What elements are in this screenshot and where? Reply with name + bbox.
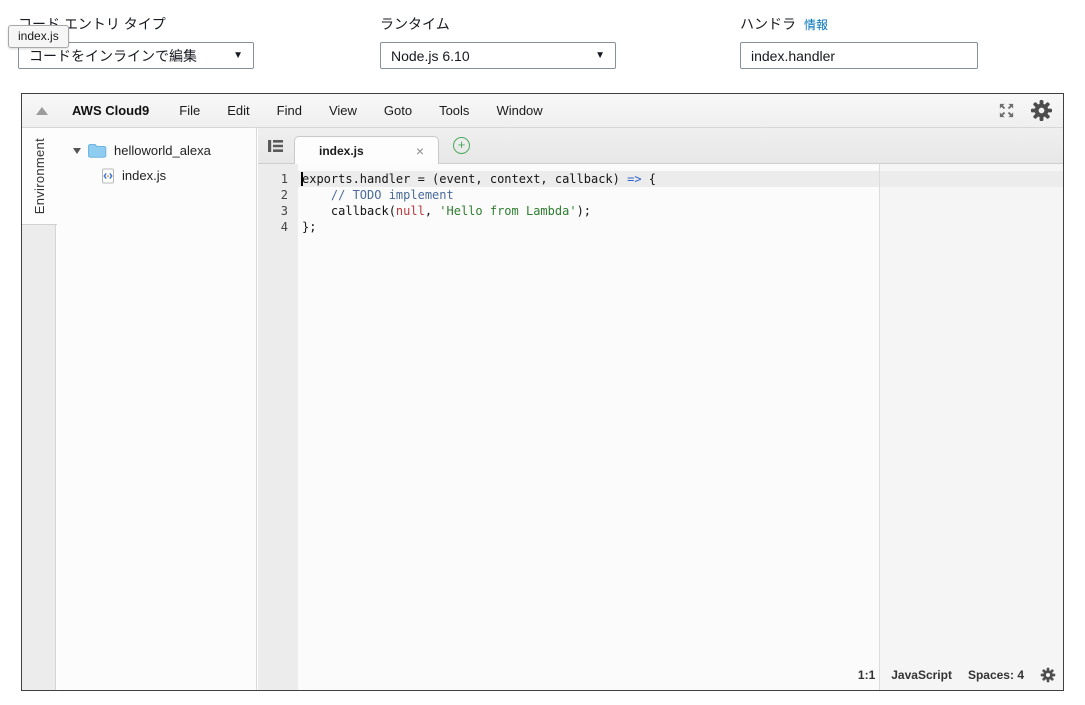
line-number[interactable]: 3 [258,203,298,219]
menu-edit[interactable]: Edit [227,103,249,118]
runtime-select[interactable]: Node.js 6.10 ▼ [380,42,616,69]
handler-label: ハンドラ 情報 [740,16,829,32]
print-margin-line [879,164,880,690]
disclosure-triangle-icon[interactable] [73,147,81,154]
token-plain: { [641,172,657,186]
tree-file-row[interactable]: index.js [57,163,256,188]
plus-circle-icon[interactable]: + [453,137,470,154]
handler-value: index.handler [751,47,836,64]
menu-window[interactable]: Window [496,103,542,118]
menu-tools[interactable]: Tools [439,103,469,118]
info-link[interactable]: 情報 [804,18,828,32]
line-number[interactable]: 1 [258,171,298,187]
chevron-down-icon: ▼ [595,50,605,61]
file-tree-panel: helloworld_alexa index.js [57,128,257,690]
folder-icon [87,143,107,158]
token-plain: ); [576,204,592,218]
code-line[interactable]: }; [298,219,1063,235]
menu-goto[interactable]: Goto [384,103,412,118]
menu-find[interactable]: Find [277,103,302,118]
fullscreen-expand-icon[interactable] [997,101,1016,120]
folder-name: helloworld_alexa [114,143,211,158]
js-file-icon [101,168,115,184]
collapse-triangle-icon[interactable] [36,106,48,115]
ide-menubar: AWS Cloud9 File Edit Find View Goto Tool… [22,94,1063,128]
token-plain: , [424,204,440,218]
runtime-label: ランタイム [380,16,450,32]
token-plain: exports.handler = (event, context, callb… [302,172,628,186]
cloud9-ide-frame: AWS Cloud9 File Edit Find View Goto Tool… [21,93,1064,691]
editor-statusbar: 1:1 JavaScript Spaces: 4 [858,667,1056,683]
token-keyword: => [627,172,642,186]
lambda-code-form: index.js コード エントリ タイプ コードをインラインで編集 ▼ ランタ… [0,0,1085,93]
code-line[interactable]: callback(null, 'Hello from Lambda'); [298,203,1063,219]
indent-setting[interactable]: Spaces: 4 [968,668,1024,682]
runtime-value: Node.js 6.10 [391,47,470,64]
tree-folder-row[interactable]: helloworld_alexa [57,138,256,163]
menu-file[interactable]: File [179,103,200,118]
line-number[interactable]: 2 [258,187,298,203]
token-constant: null [395,204,425,218]
tab-environment[interactable]: Environment [22,128,57,225]
gear-icon[interactable] [1040,667,1056,683]
tab-list-icon[interactable] [267,139,284,153]
gear-icon[interactable] [1030,99,1053,122]
token-plain: callback( [302,204,396,218]
code-lines[interactable]: exports.handler = (event, context, callb… [298,171,1063,235]
side-tab-strip: Environment [22,128,57,690]
code-entry-type-value: コードをインラインで編集 [29,47,197,64]
close-icon[interactable]: × [392,144,424,158]
aws-cloud9-brand: AWS Cloud9 [72,103,150,118]
editor-tabbar: index.js × + [258,128,1063,164]
beyond-print-margin [879,164,1063,690]
code-editor[interactable]: 1234 exports.handler = (event, context, … [258,164,1063,690]
token-string: 'Hello from Lambda' [439,204,577,218]
file-name: index.js [122,168,167,183]
handler-input[interactable]: index.handler [740,42,978,69]
tab-indexjs[interactable]: index.js × [294,136,439,164]
token-plain: }; [302,220,317,234]
chevron-down-icon: ▼ [233,50,243,61]
cursor-position[interactable]: 1:1 [858,668,875,682]
filename-tooltip: index.js [8,25,69,48]
line-number[interactable]: 4 [258,219,298,235]
line-number-gutter: 1234 [258,164,298,690]
code-line[interactable]: // TODO implement [298,187,1063,203]
language-mode[interactable]: JavaScript [891,668,952,682]
code-line[interactable]: exports.handler = (event, context, callb… [298,171,1063,187]
menu-view[interactable]: View [329,103,357,118]
text-cursor [301,172,303,186]
tab-label: index.js [319,143,364,158]
editor-column: index.js × + 1234 exports.handler = (eve… [258,128,1063,690]
token-comment: // TODO implement [330,188,454,202]
